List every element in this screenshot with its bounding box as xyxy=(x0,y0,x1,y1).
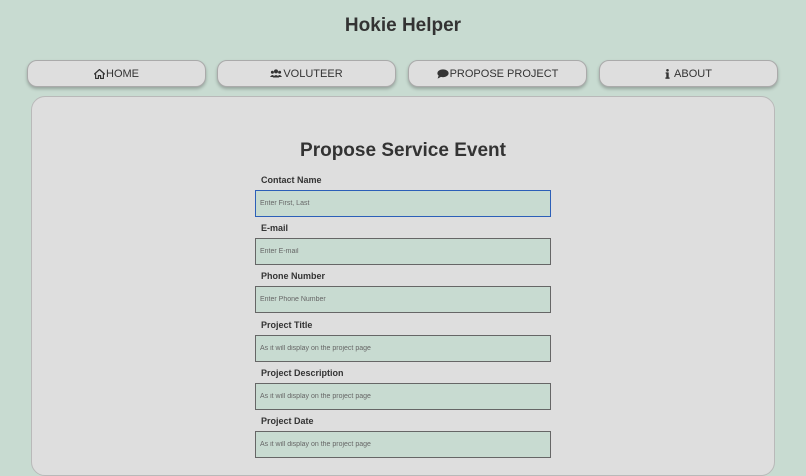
contact-name-input[interactable] xyxy=(255,190,551,217)
users-icon xyxy=(270,69,283,78)
project-title-input[interactable] xyxy=(255,335,551,362)
email-label: E-mail xyxy=(261,223,289,233)
site-title: Hokie Helper xyxy=(344,15,462,36)
project-date-input[interactable] xyxy=(255,431,551,458)
form-title: Propose Service Event xyxy=(300,140,506,161)
phone-number-label: Phone Number xyxy=(261,271,326,281)
nav-volunteer-button[interactable]: VOLUTEER xyxy=(217,60,396,87)
main-nav: HOME VOLUTEER PROPOSE PROJECT ABOUT xyxy=(27,60,779,89)
nav-volunteer-label: VOLUTEER xyxy=(283,67,343,80)
nav-about-button[interactable]: ABOUT xyxy=(599,60,778,87)
project-description-input[interactable] xyxy=(255,383,551,410)
project-date-label: Project Date xyxy=(261,416,314,426)
home-icon xyxy=(94,68,105,79)
project-title-label: Project Title xyxy=(261,320,313,330)
nav-home-label: HOME xyxy=(106,67,139,80)
contact-name-label: Contact Name xyxy=(261,175,322,185)
phone-number-input[interactable] xyxy=(255,286,551,313)
nav-propose-project-button[interactable]: PROPOSE PROJECT xyxy=(408,60,587,87)
nav-about-label: ABOUT xyxy=(674,67,712,80)
email-input[interactable] xyxy=(255,238,551,265)
info-icon xyxy=(665,68,670,79)
comment-icon xyxy=(436,68,449,79)
project-description-label: Project Description xyxy=(261,368,344,378)
nav-home-button[interactable]: HOME xyxy=(27,60,206,87)
nav-propose-project-label: PROPOSE PROJECT xyxy=(449,67,559,80)
